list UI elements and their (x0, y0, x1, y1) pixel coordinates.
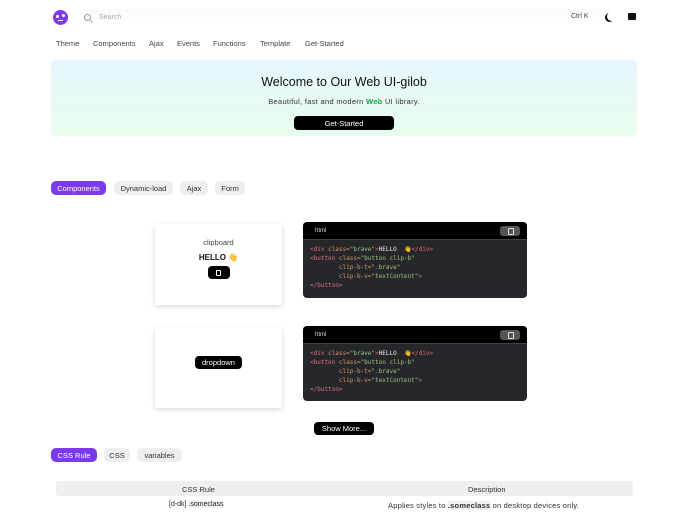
code-token: > (418, 377, 423, 384)
code-token: "textContent" (371, 273, 419, 280)
code-token: </button> (310, 386, 343, 393)
demo-text: HELLO 👋 (198, 253, 239, 262)
code-token: HELLO 👋 (378, 246, 412, 253)
code-token: class= (338, 255, 361, 262)
code-content: <div class="brave">HELLO 👋</div> <button… (303, 344, 527, 399)
moon-icon[interactable] (607, 12, 616, 21)
rule-attr: [d-dk] (169, 501, 187, 508)
desc-code: .someclass (447, 501, 491, 510)
show-more-button[interactable]: Show More... (314, 422, 374, 435)
copy-code-button[interactable] (500, 225, 520, 236)
shortcut-hint: Ctrl K (571, 13, 589, 20)
code-token: ".brave" (371, 368, 401, 375)
get-started-button[interactable]: Get-Started (294, 116, 394, 130)
code-token: class= (338, 359, 361, 366)
desc-text: on desktop devices only. (492, 501, 580, 510)
search-icon (84, 14, 91, 21)
nav-theme[interactable]: Theme (56, 39, 79, 48)
desc-text: Applies styles to (388, 501, 446, 510)
logo[interactable] (53, 10, 68, 25)
code-token: <div (310, 350, 329, 357)
code-token: "button clip-b" (360, 359, 415, 366)
table-cell-rule: [d-dk] .someclass (169, 501, 224, 508)
dropdown-button[interactable]: dropdown (195, 356, 242, 369)
tab-css[interactable]: CSS (104, 448, 130, 462)
code-token: HELLO 👋 (378, 350, 412, 357)
code-token: </button> (310, 282, 343, 289)
table-header: CSS Rule Description (56, 481, 633, 496)
code-block: html <div class="brave">HELLO 👋</div> <b… (303, 222, 527, 298)
code-token: class= (328, 246, 350, 253)
code-token: clip-b-t= (338, 264, 372, 271)
nav-components[interactable]: Components (93, 39, 136, 48)
copy-icon (216, 269, 221, 276)
code-token: <button (310, 255, 339, 262)
code-token: ".brave" (371, 264, 401, 271)
code-token: class= (328, 350, 350, 357)
rule-class: .someclass (188, 501, 224, 508)
tab-dynamic-load[interactable]: Dynamic-load (114, 181, 173, 195)
hero-title: Welcome to Our Web UI-gilob (261, 75, 427, 89)
code-token: </div> (411, 350, 434, 357)
tab-ajax[interactable]: Ajax (180, 181, 208, 195)
code-token: "brave" (349, 246, 376, 253)
nav-get-started[interactable]: Get-Started (305, 39, 344, 48)
tab-variables[interactable]: variables (137, 448, 182, 462)
code-lang: html (315, 227, 327, 234)
code-lang: html (315, 331, 327, 338)
hero-subtitle: Beautiful, fast and modern Web UI librar… (51, 97, 637, 106)
search-input[interactable]: Search (80, 9, 600, 26)
subtitle-text: Beautiful, fast and modern (268, 97, 364, 106)
code-token: clip-b-v= (338, 273, 372, 280)
code-token: "button clip-b" (360, 255, 415, 262)
nav-template[interactable]: Template (260, 39, 290, 48)
nav-events[interactable]: Events (177, 39, 200, 48)
subtitle-text: UI library. (384, 97, 420, 106)
code-token: "brave" (349, 350, 376, 357)
tab-components[interactable]: Components (51, 181, 106, 195)
code-content: <div class="brave">HELLO 👋</div> <button… (303, 240, 527, 295)
search-placeholder: Search (99, 14, 122, 21)
column-header: CSS Rule (182, 485, 215, 494)
code-token: clip-b-t= (338, 368, 372, 375)
copy-button[interactable] (207, 266, 230, 279)
nav-functions[interactable]: Functions (213, 39, 246, 48)
translate-icon[interactable] (628, 13, 636, 20)
column-header: Description (468, 485, 506, 494)
code-token: "textContent" (371, 377, 419, 384)
clipboard-demo-card: clipboard HELLO 👋 (155, 224, 282, 305)
nav-ajax[interactable]: Ajax (149, 39, 164, 48)
code-token: </div> (411, 246, 434, 253)
code-token: clip-b-v= (338, 377, 372, 384)
dropdown-demo-card: dropdown (155, 327, 282, 408)
copy-code-button[interactable] (500, 329, 520, 340)
subtitle-highlight: Web (365, 97, 383, 106)
tab-form[interactable]: Form (215, 181, 245, 195)
table-cell-description: Applies styles to .someclass on desktop … (388, 501, 579, 510)
code-token: <div (310, 246, 329, 253)
code-token: > (418, 273, 423, 280)
tab-css-rule[interactable]: CSS Rule (51, 448, 97, 462)
code-block: html <div class="brave">HELLO 👋</div> <b… (303, 326, 527, 401)
demo-title: clipboard (203, 238, 234, 247)
code-token: <button (310, 359, 339, 366)
